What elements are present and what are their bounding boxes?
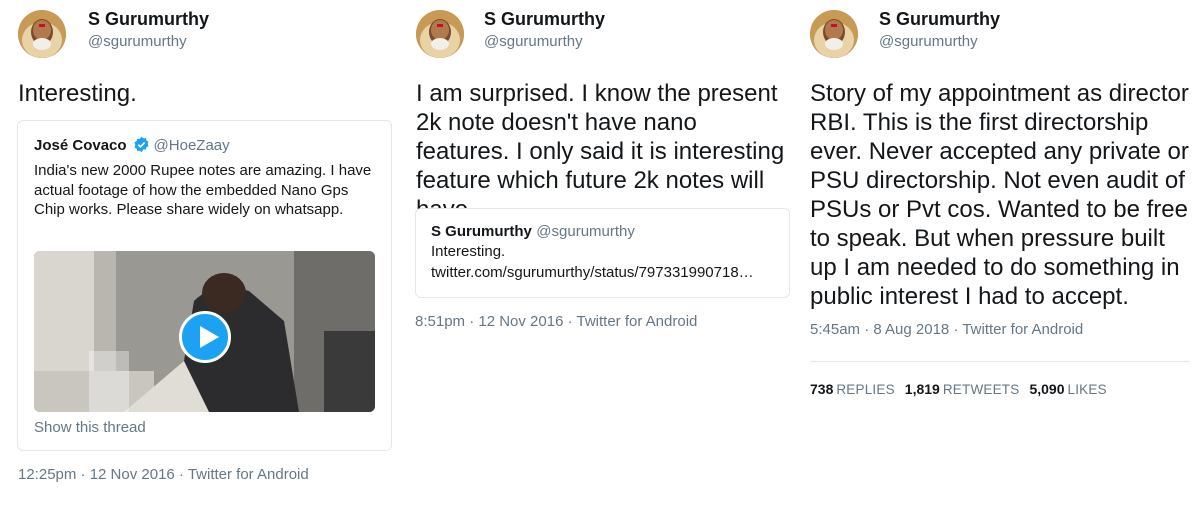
- video-thumbnail[interactable]: [34, 251, 375, 412]
- author-name[interactable]: S Gurumurthy: [879, 9, 1000, 30]
- retweets-label[interactable]: RETWEETS: [943, 382, 1020, 397]
- quote-author-handle[interactable]: @HoeZaay: [154, 137, 230, 154]
- play-icon[interactable]: [179, 311, 231, 363]
- verified-badge-icon: [133, 136, 150, 153]
- quote-author-handle[interactable]: @sgurumurthy: [536, 223, 635, 240]
- quoted-tweet-card[interactable]: José Covaco @HoeZaay India's new 2000 Rup…: [17, 120, 392, 451]
- tweet-stats: 738 REPLIES 1,819 RETWEETS 5,090 LIKES: [810, 381, 1117, 397]
- tweet-timestamp[interactable]: 12:25pm · 12 Nov 2016 · Twitter for Andr…: [18, 466, 309, 483]
- author-name[interactable]: S Gurumurthy: [484, 9, 605, 30]
- retweets-count[interactable]: 1,819: [905, 381, 940, 397]
- avatar[interactable]: [416, 10, 464, 58]
- replies-count[interactable]: 738: [810, 381, 833, 397]
- author-handle[interactable]: @sgurumurthy: [484, 33, 583, 50]
- quote-author-name[interactable]: José Covaco: [34, 137, 127, 154]
- tweet-timestamp[interactable]: 5:45am · 8 Aug 2018 · Twitter for Androi…: [810, 321, 1083, 338]
- quote-header: S Gurumurthy @sgurumurthy: [431, 223, 635, 241]
- show-thread-link[interactable]: Show this thread: [34, 419, 146, 436]
- quote-header: José Covaco @HoeZaay: [34, 136, 230, 155]
- replies-label[interactable]: REPLIES: [836, 382, 894, 397]
- quote-link[interactable]: twitter.com/sgurumurthy/status/797331990…: [431, 263, 776, 283]
- tweet-text: Interesting.: [18, 80, 137, 107]
- quoted-tweet-card[interactable]: S Gurumurthy @sgurumurthy Interesting. t…: [415, 208, 790, 298]
- tweet-text: I am surprised. I know the present 2k no…: [416, 80, 785, 223]
- divider: [810, 361, 1190, 362]
- quote-author-name[interactable]: S Gurumurthy: [431, 223, 532, 240]
- likes-count[interactable]: 5,090: [1029, 381, 1064, 397]
- author-name[interactable]: S Gurumurthy: [88, 9, 209, 30]
- avatar[interactable]: [18, 10, 66, 58]
- tweet-text: Story of my appointment as director RBI.…: [810, 80, 1189, 310]
- avatar[interactable]: [810, 10, 858, 58]
- quote-text: India's new 2000 Rupee notes are amazing…: [34, 162, 372, 218]
- author-handle[interactable]: @sgurumurthy: [88, 33, 187, 50]
- author-handle[interactable]: @sgurumurthy: [879, 33, 978, 50]
- tweet-timestamp[interactable]: 8:51pm · 12 Nov 2016 · Twitter for Andro…: [415, 313, 697, 330]
- likes-label[interactable]: LIKES: [1068, 382, 1107, 397]
- quote-text: Interesting.: [431, 243, 506, 260]
